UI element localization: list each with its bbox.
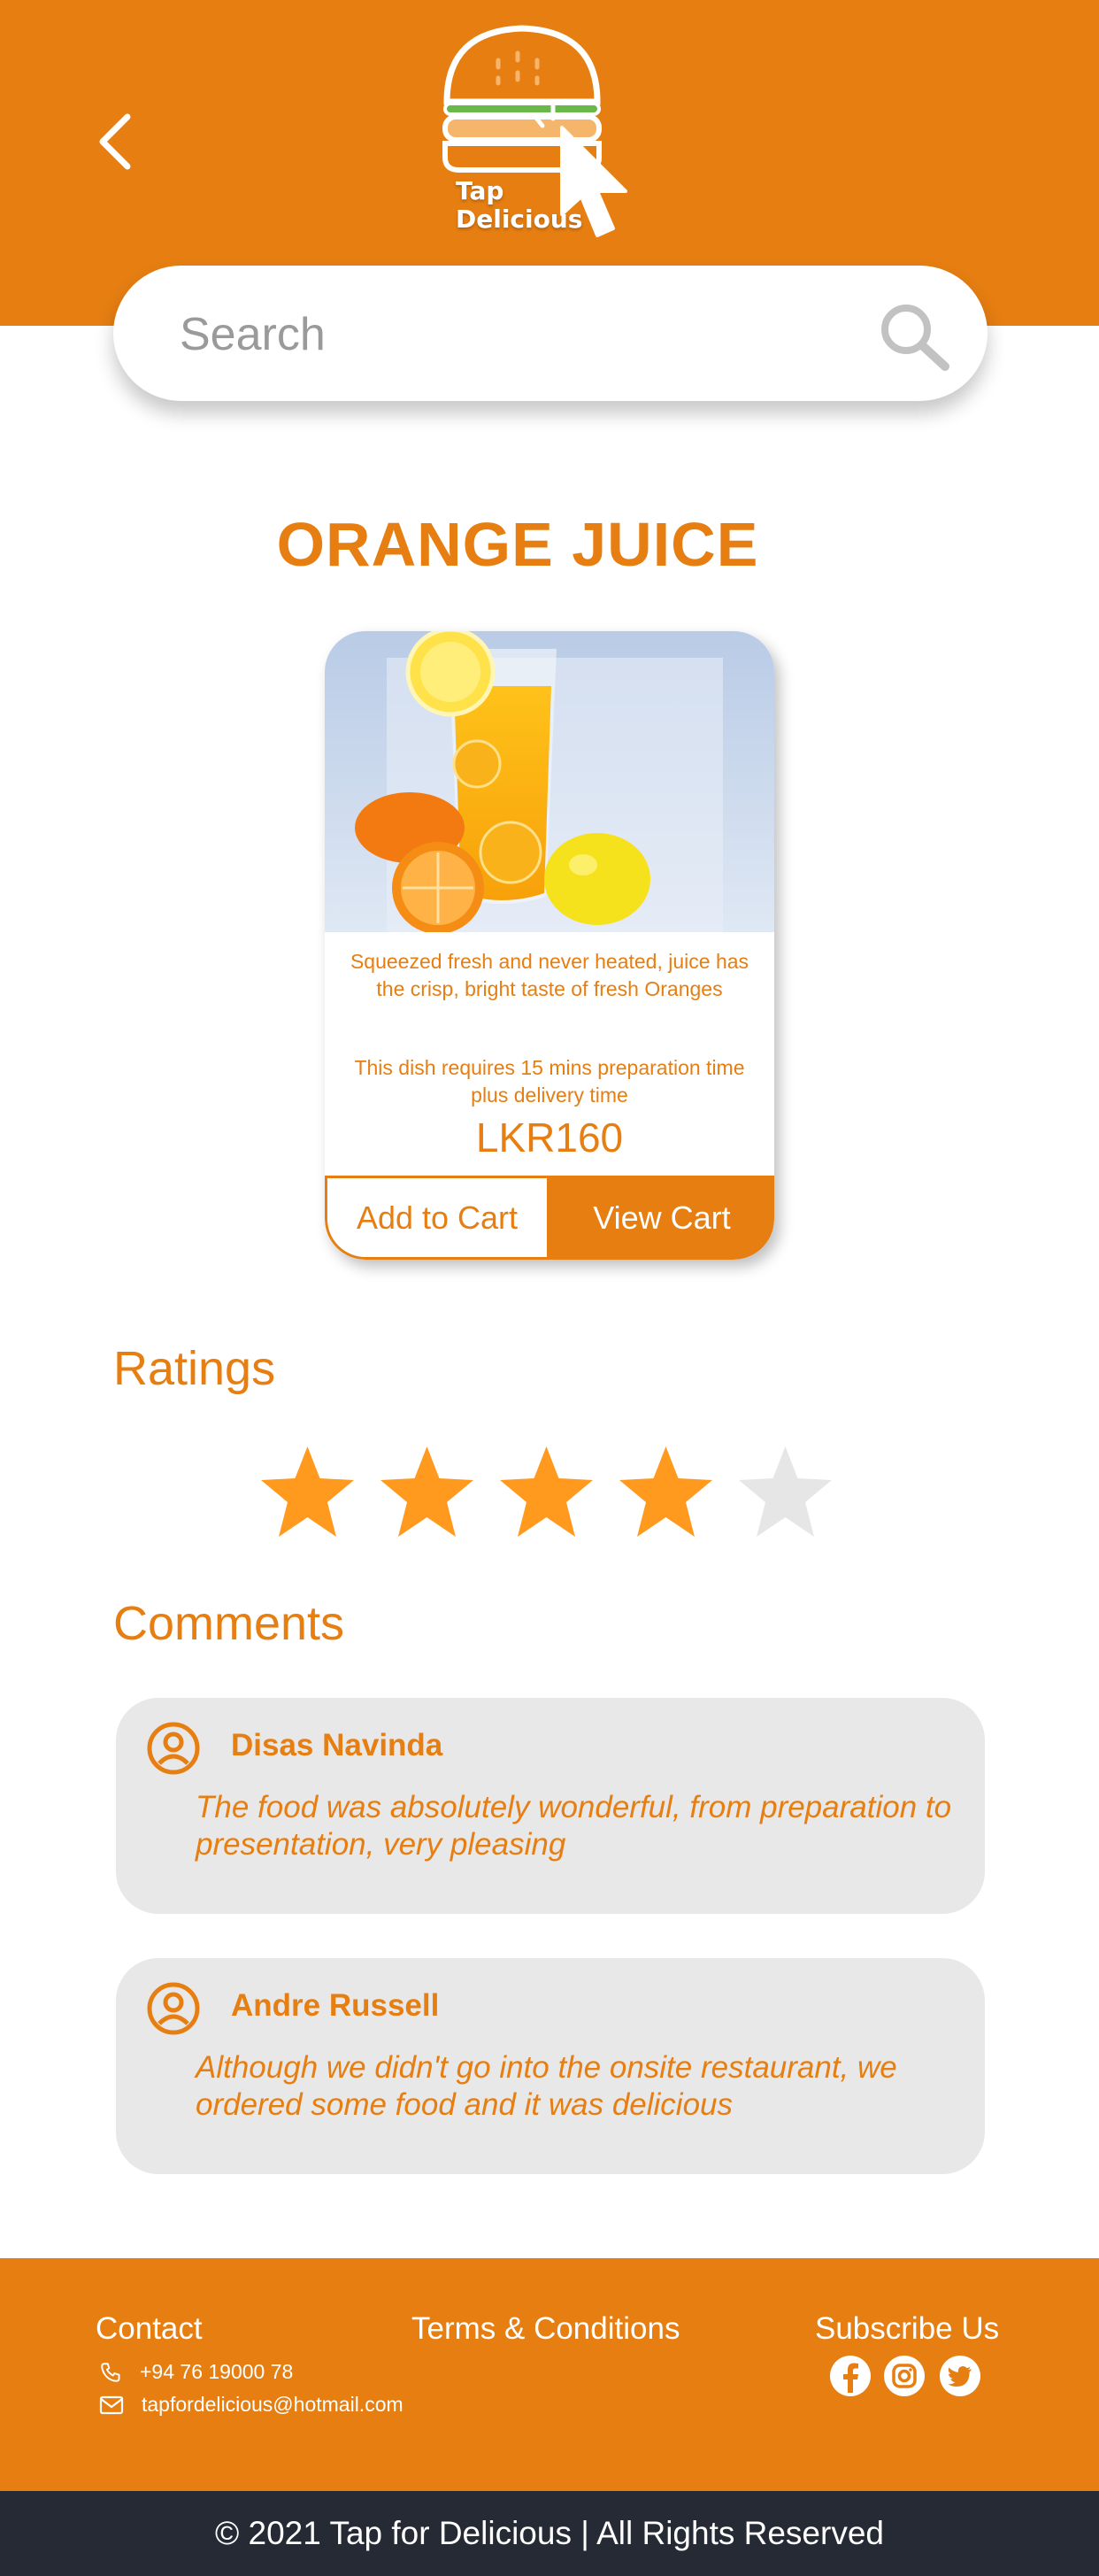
search-bar bbox=[113, 266, 988, 401]
terms-link[interactable]: Terms & Conditions bbox=[411, 2311, 680, 2347]
star-filled-icon[interactable] bbox=[496, 1443, 597, 1545]
email-address: tapfordelicious@hotmail.com bbox=[142, 2393, 403, 2416]
comment-card: Andre Russell Although we didn't go into… bbox=[116, 1958, 985, 2174]
contact-phone[interactable]: +94 76 19000 78 bbox=[99, 2360, 293, 2384]
star-filled-icon[interactable] bbox=[376, 1443, 478, 1545]
comment-author: Andre Russell bbox=[231, 1988, 440, 2023]
product-card: Squeezed fresh and never heated, juice h… bbox=[325, 631, 774, 1260]
comment-author: Disas Navinda bbox=[231, 1728, 443, 1762]
logo-text: Tap Delicious bbox=[456, 176, 583, 234]
comments-title: Comments bbox=[113, 1597, 345, 1650]
subscribe-title: Subscribe Us bbox=[815, 2311, 1000, 2346]
instagram-icon[interactable] bbox=[882, 2354, 926, 2398]
phone-number: +94 76 19000 78 bbox=[140, 2360, 294, 2383]
star-filled-icon[interactable] bbox=[257, 1443, 358, 1545]
facebook-icon[interactable] bbox=[828, 2354, 872, 2398]
footer: Contact Terms & Conditions Subscribe Us … bbox=[0, 2258, 1099, 2491]
ratings-title: Ratings bbox=[113, 1342, 276, 1395]
twitter-icon[interactable] bbox=[938, 2354, 982, 2398]
product-image bbox=[325, 631, 774, 932]
add-to-cart-button[interactable]: Add to Cart bbox=[325, 1176, 550, 1260]
comment-text: The food was absolutely wonderful, from … bbox=[196, 1790, 952, 1862]
product-title: ORANGE JUICE bbox=[276, 510, 759, 579]
user-avatar-icon bbox=[147, 1982, 200, 2035]
phone-icon bbox=[101, 2362, 120, 2382]
star-empty-icon[interactable] bbox=[734, 1443, 836, 1545]
star-filled-icon[interactable] bbox=[615, 1443, 717, 1545]
user-avatar-icon bbox=[147, 1722, 200, 1775]
chevron-left-icon bbox=[99, 113, 131, 170]
contact-email[interactable]: tapfordelicious@hotmail.com bbox=[99, 2393, 403, 2417]
contact-title: Contact bbox=[96, 2311, 203, 2346]
product-description: Squeezed fresh and never heated, juice h… bbox=[350, 950, 749, 1000]
star-rating bbox=[257, 1443, 858, 1545]
comment-text: Although we didn't go into the onsite re… bbox=[196, 2050, 897, 2122]
copyright-bar: © 2021 Tap for Delicious | All Rights Re… bbox=[0, 2491, 1099, 2576]
search-input[interactable] bbox=[180, 299, 852, 370]
copyright-text: © 2021 Tap for Delicious | All Rights Re… bbox=[214, 2515, 884, 2551]
app-logo[interactable]: Tap Delicious bbox=[429, 18, 668, 261]
back-button[interactable] bbox=[88, 106, 142, 177]
product-price: LKR160 bbox=[475, 1114, 624, 1161]
mail-icon bbox=[99, 2395, 124, 2414]
view-cart-button[interactable]: View Cart bbox=[550, 1176, 774, 1260]
search-icon[interactable] bbox=[874, 299, 954, 374]
comment-card: Disas Navinda The food was absolutely wo… bbox=[116, 1698, 985, 1914]
preparation-time: This dish requires 15 mins preparation t… bbox=[354, 1056, 745, 1107]
